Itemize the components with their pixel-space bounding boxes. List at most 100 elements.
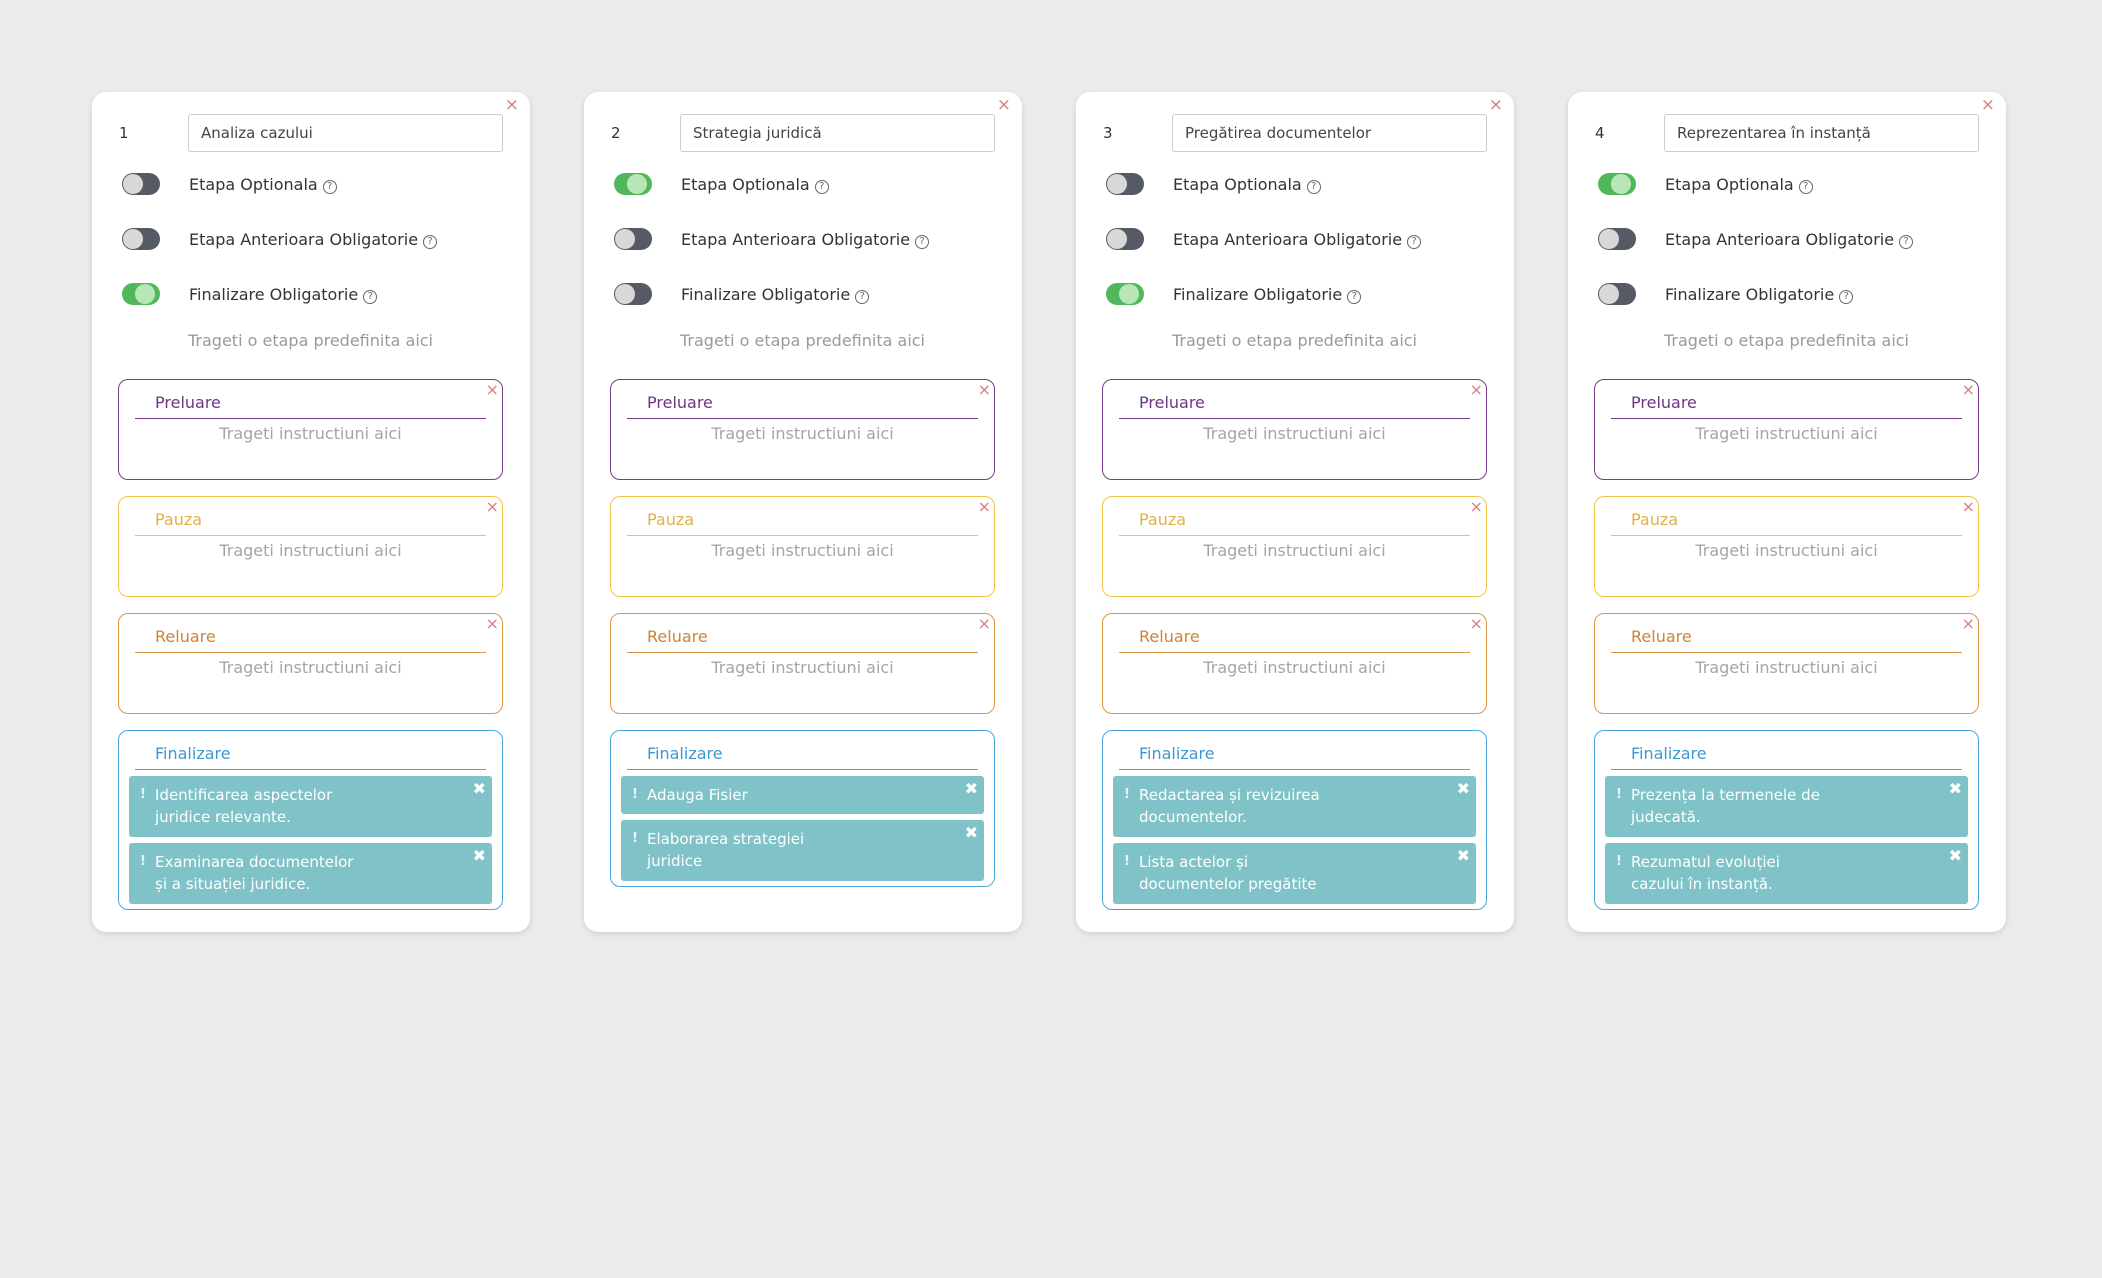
close-icon[interactable]: × bbox=[1489, 97, 1503, 114]
close-icon[interactable]: × bbox=[1470, 382, 1483, 398]
task-card[interactable]: ! Rezumatul evoluției cazului în instanță… bbox=[1605, 843, 1968, 904]
drag-handle-icon[interactable]: ! bbox=[632, 784, 638, 806]
close-icon[interactable]: × bbox=[997, 97, 1011, 114]
optional-toggle[interactable] bbox=[1106, 173, 1144, 195]
close-icon[interactable]: × bbox=[486, 499, 499, 515]
close-icon[interactable]: ✖ bbox=[1949, 845, 1962, 867]
help-icon[interactable]: ? bbox=[1407, 234, 1422, 249]
prev-required-toggle[interactable] bbox=[614, 228, 652, 250]
task-card[interactable]: ! Elaborarea strategiei juridice ✖ bbox=[621, 820, 984, 881]
drag-handle-icon[interactable]: ! bbox=[632, 828, 638, 850]
drag-handle-icon[interactable]: ! bbox=[140, 784, 146, 806]
help-icon[interactable]: ? bbox=[915, 234, 930, 249]
stage-drop-zone[interactable]: Trageti o etapa predefinita aici bbox=[610, 331, 995, 350]
close-icon[interactable]: × bbox=[978, 382, 991, 398]
stage-name-input[interactable] bbox=[1172, 114, 1487, 152]
instruction-drop-zone[interactable]: Trageti instructiuni aici bbox=[135, 541, 486, 560]
instruction-drop-zone[interactable]: Trageti instructiuni aici bbox=[135, 658, 486, 677]
prev-required-toggle[interactable] bbox=[1598, 228, 1636, 250]
finish-required-toggle[interactable] bbox=[122, 283, 160, 305]
instruction-drop-zone[interactable]: Trageti instructiuni aici bbox=[1611, 541, 1962, 560]
help-icon[interactable]: ? bbox=[1798, 179, 1813, 194]
section-reluare[interactable]: × Reluare Trageti instructiuni aici bbox=[1594, 613, 1979, 714]
close-icon[interactable]: ✖ bbox=[965, 822, 978, 844]
drag-handle-icon[interactable]: ! bbox=[140, 851, 146, 873]
task-card[interactable]: ! Prezența la termenele de judecată. ✖ bbox=[1605, 776, 1968, 837]
help-icon[interactable]: ? bbox=[1899, 234, 1914, 249]
instruction-drop-zone[interactable]: Trageti instructiuni aici bbox=[1119, 658, 1470, 677]
section-preluare[interactable]: × Preluare Trageti instructiuni aici bbox=[118, 379, 503, 480]
close-icon[interactable]: × bbox=[486, 382, 499, 398]
prev-required-toggle[interactable] bbox=[1106, 228, 1144, 250]
close-icon[interactable]: × bbox=[1962, 382, 1975, 398]
optional-toggle[interactable] bbox=[122, 173, 160, 195]
close-icon[interactable]: ✖ bbox=[473, 845, 486, 867]
section-reluare[interactable]: × Reluare Trageti instructiuni aici bbox=[1102, 613, 1487, 714]
help-icon[interactable]: ? bbox=[814, 179, 829, 194]
help-icon[interactable]: ? bbox=[1839, 289, 1854, 304]
section-finalizare[interactable]: Finalizare ! Adauga Fisier ✖! Elaborarea st… bbox=[610, 730, 995, 887]
drag-handle-icon[interactable]: ! bbox=[1124, 784, 1130, 806]
finish-required-toggle[interactable] bbox=[1106, 283, 1144, 305]
task-card[interactable]: ! Lista actelor și documentelor pregătite… bbox=[1113, 843, 1476, 904]
help-icon[interactable]: ? bbox=[423, 234, 438, 249]
section-finalizare[interactable]: Finalizare ! Prezența la termenele de jud… bbox=[1594, 730, 1979, 910]
instruction-drop-zone[interactable]: Trageti instructiuni aici bbox=[135, 424, 486, 443]
task-card[interactable]: ! Examinarea documentelor și a situației … bbox=[129, 843, 492, 904]
help-icon[interactable]: ? bbox=[1347, 289, 1362, 304]
finish-required-toggle[interactable] bbox=[1598, 283, 1636, 305]
section-reluare[interactable]: × Reluare Trageti instructiuni aici bbox=[118, 613, 503, 714]
close-icon[interactable]: × bbox=[1981, 97, 1995, 114]
close-icon[interactable]: × bbox=[486, 616, 499, 632]
close-icon[interactable]: ✖ bbox=[965, 778, 978, 800]
section-pauza[interactable]: × Pauza Trageti instructiuni aici bbox=[1594, 496, 1979, 597]
instruction-drop-zone[interactable]: Trageti instructiuni aici bbox=[627, 658, 978, 677]
close-icon[interactable]: ✖ bbox=[1457, 845, 1470, 867]
close-icon[interactable]: × bbox=[978, 499, 991, 515]
close-icon[interactable]: × bbox=[1962, 499, 1975, 515]
optional-toggle[interactable] bbox=[614, 173, 652, 195]
section-pauza[interactable]: × Pauza Trageti instructiuni aici bbox=[1102, 496, 1487, 597]
instruction-drop-zone[interactable]: Trageti instructiuni aici bbox=[1119, 541, 1470, 560]
stage-name-input[interactable] bbox=[680, 114, 995, 152]
stage-name-input[interactable] bbox=[1664, 114, 1979, 152]
instruction-drop-zone[interactable]: Trageti instructiuni aici bbox=[627, 541, 978, 560]
instruction-drop-zone[interactable]: Trageti instructiuni aici bbox=[1611, 424, 1962, 443]
instruction-drop-zone[interactable]: Trageti instructiuni aici bbox=[1611, 658, 1962, 677]
stage-drop-zone[interactable]: Trageti o etapa predefinita aici bbox=[1102, 331, 1487, 350]
help-icon[interactable]: ? bbox=[363, 289, 378, 304]
task-card[interactable]: ! Redactarea și revizuirea documentelor. ✖ bbox=[1113, 776, 1476, 837]
section-finalizare[interactable]: Finalizare ! Redactarea și revizuirea doc… bbox=[1102, 730, 1487, 910]
help-icon[interactable]: ? bbox=[1306, 179, 1321, 194]
close-icon[interactable]: × bbox=[505, 97, 519, 114]
close-icon[interactable]: × bbox=[1470, 499, 1483, 515]
drag-handle-icon[interactable]: ! bbox=[1616, 851, 1622, 873]
section-preluare[interactable]: × Preluare Trageti instructiuni aici bbox=[1594, 379, 1979, 480]
close-icon[interactable]: × bbox=[1962, 616, 1975, 632]
close-icon[interactable]: ✖ bbox=[1457, 778, 1470, 800]
section-preluare[interactable]: × Preluare Trageti instructiuni aici bbox=[1102, 379, 1487, 480]
section-preluare[interactable]: × Preluare Trageti instructiuni aici bbox=[610, 379, 995, 480]
prev-required-toggle[interactable] bbox=[122, 228, 160, 250]
stage-drop-zone[interactable]: Trageti o etapa predefinita aici bbox=[118, 331, 503, 350]
close-icon[interactable]: × bbox=[978, 616, 991, 632]
optional-toggle[interactable] bbox=[1598, 173, 1636, 195]
close-icon[interactable]: ✖ bbox=[473, 778, 486, 800]
section-pauza[interactable]: × Pauza Trageti instructiuni aici bbox=[610, 496, 995, 597]
drag-handle-icon[interactable]: ! bbox=[1124, 851, 1130, 873]
task-card[interactable]: ! Adauga Fisier ✖ bbox=[621, 776, 984, 814]
drag-handle-icon[interactable]: ! bbox=[1616, 784, 1622, 806]
instruction-drop-zone[interactable]: Trageti instructiuni aici bbox=[1119, 424, 1470, 443]
instruction-drop-zone[interactable]: Trageti instructiuni aici bbox=[627, 424, 978, 443]
section-pauza[interactable]: × Pauza Trageti instructiuni aici bbox=[118, 496, 503, 597]
finish-required-toggle[interactable] bbox=[614, 283, 652, 305]
section-reluare[interactable]: × Reluare Trageti instructiuni aici bbox=[610, 613, 995, 714]
stage-name-input[interactable] bbox=[188, 114, 503, 152]
help-icon[interactable]: ? bbox=[855, 289, 870, 304]
task-card[interactable]: ! Identificarea aspectelor juridice relev… bbox=[129, 776, 492, 837]
close-icon[interactable]: × bbox=[1470, 616, 1483, 632]
section-finalizare[interactable]: Finalizare ! Identificarea aspectelor jur… bbox=[118, 730, 503, 910]
close-icon[interactable]: ✖ bbox=[1949, 778, 1962, 800]
stage-drop-zone[interactable]: Trageti o etapa predefinita aici bbox=[1594, 331, 1979, 350]
help-icon[interactable]: ? bbox=[322, 179, 337, 194]
